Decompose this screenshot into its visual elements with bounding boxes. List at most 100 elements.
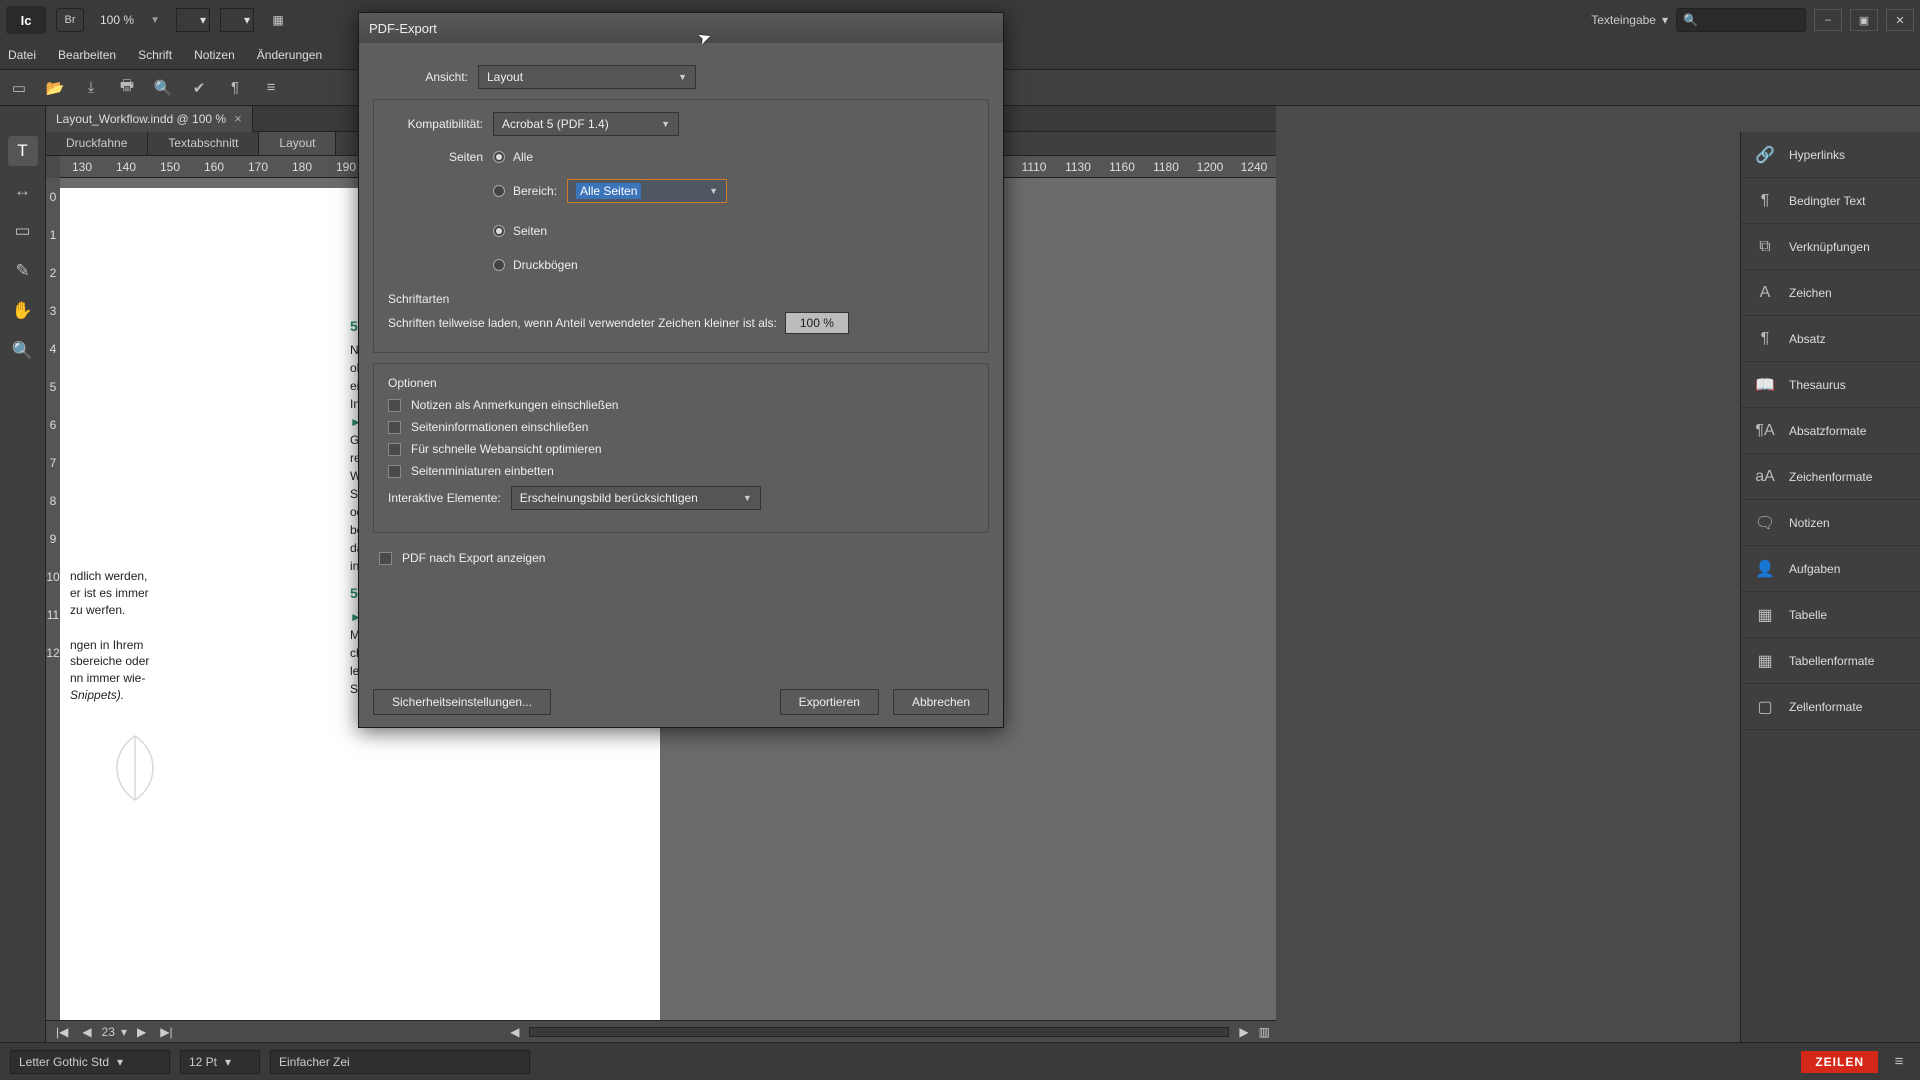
leaf-graphic (90, 728, 180, 808)
layout-icon[interactable]: ▦ (264, 8, 292, 32)
new-icon[interactable]: ▭ (8, 77, 30, 99)
cancel-button[interactable]: Abbrechen (893, 689, 989, 715)
chevron-down-icon: ▾ (1662, 13, 1668, 27)
prev-page-button[interactable]: ◀ (78, 1025, 95, 1039)
size-dropdown[interactable]: 12 Pt▾ (180, 1050, 260, 1074)
check-view-after[interactable]: PDF nach Export anzeigen (379, 551, 989, 565)
dialog-titlebar[interactable]: PDF-Export (359, 13, 1003, 43)
next-page-button[interactable]: ▶ (133, 1025, 150, 1039)
view-label: Ansicht: (373, 70, 478, 84)
tab-layout[interactable]: Layout (259, 132, 336, 155)
eyedropper-tool[interactable]: ✎ (8, 256, 38, 286)
list-icon[interactable]: ≡ (260, 77, 282, 99)
panel-hyperlinks[interactable]: 🔗Hyperlinks (1741, 132, 1920, 178)
interactive-dropdown[interactable]: Erscheinungsbild berücksichtigen▼ (511, 486, 761, 510)
panel-thesaurus[interactable]: 📖Thesaurus (1741, 362, 1920, 408)
hand-tool[interactable]: ✋ (8, 296, 38, 326)
security-settings-button[interactable]: Sicherheitseinstellungen... (373, 689, 551, 715)
radio-pages-unit[interactable]: Seiten (493, 224, 547, 238)
check-fastweb[interactable]: Für schnelle Webansicht optimieren (388, 442, 974, 456)
tstyle-icon: ▦ (1753, 651, 1777, 671)
last-page-button[interactable]: ▶| (156, 1025, 176, 1039)
scroll-left-button[interactable]: ◀ (506, 1025, 523, 1039)
document-tab[interactable]: Layout_Workflow.indd @ 100 % × (46, 106, 253, 132)
panel-cell-styles[interactable]: ▢Zellenformate (1741, 684, 1920, 730)
first-page-button[interactable]: |◀ (52, 1025, 72, 1039)
document-tab-label: Layout_Workflow.indd @ 100 % (56, 112, 226, 126)
overflow-indicator[interactable]: ZEILEN (1801, 1051, 1878, 1073)
window-close-button[interactable]: ✕ (1886, 9, 1914, 31)
search-icon: 🔍 (1683, 13, 1698, 27)
panel-assignments[interactable]: 👤Aufgaben (1741, 546, 1920, 592)
scroll-right-button[interactable]: ▶ (1235, 1025, 1252, 1039)
chevron-down-icon: ▼ (743, 493, 752, 503)
bridge-button[interactable]: Br (56, 8, 84, 32)
character-icon: A (1753, 284, 1777, 302)
font-dropdown[interactable]: Letter Gothic Std▾ (10, 1050, 170, 1074)
chevron-down-icon: ▼ (678, 72, 687, 82)
panel-character-styles[interactable]: aAZeichenformate (1741, 454, 1920, 500)
range-dropdown[interactable]: Alle Seiten▼ (567, 179, 727, 203)
cell-icon: ▢ (1753, 697, 1777, 717)
search-input[interactable]: 🔍 (1676, 8, 1806, 32)
compat-dropdown[interactable]: Acrobat 5 (PDF 1.4)▼ (493, 112, 679, 136)
menu-icon[interactable]: ≡ (1888, 1051, 1910, 1073)
tab-story[interactable]: Textabschnitt (148, 132, 259, 155)
panel-table-styles[interactable]: ▦Tabellenformate (1741, 638, 1920, 684)
scrollbar-horizontal[interactable] (529, 1027, 1229, 1037)
split-view-icon[interactable]: ▥ (1259, 1025, 1270, 1039)
note-tool[interactable]: ▭ (8, 216, 38, 246)
panel-paragraph-styles[interactable]: ¶AAbsatzformate (1741, 408, 1920, 454)
zoom-value: 100 % (100, 13, 134, 27)
panel-links[interactable]: ⧉Verknüpfungen (1741, 224, 1920, 270)
view-dropdown[interactable]: Layout▼ (478, 65, 696, 89)
radio-spreads-unit[interactable]: Druckbögen (493, 258, 578, 272)
menu-type[interactable]: Schrift (138, 48, 172, 62)
page-number[interactable]: 23 (102, 1025, 115, 1039)
panel-paragraph[interactable]: ¶Absatz (1741, 316, 1920, 362)
type-tool[interactable]: T (8, 136, 38, 166)
ruler-vertical: 0123456789101112 (46, 178, 60, 1020)
menu-edit[interactable]: Bearbeiten (58, 48, 116, 62)
radio-icon (493, 225, 505, 237)
pilcrow-icon[interactable]: ¶ (224, 77, 246, 99)
menu-file[interactable]: Datei (8, 48, 36, 62)
tab-galley[interactable]: Druckfahne (46, 132, 148, 155)
panel-notes[interactable]: 🗨Notizen (1741, 500, 1920, 546)
radio-icon (493, 259, 505, 271)
find-icon[interactable]: 🔍 (152, 77, 174, 99)
close-icon[interactable]: × (234, 111, 242, 126)
view-dropdown-1[interactable]: ▾ (176, 8, 210, 32)
checkbox-icon (388, 421, 401, 434)
panel-conditional-text[interactable]: ¶Bedingter Text (1741, 178, 1920, 224)
spellcheck-icon[interactable]: ✔ (188, 77, 210, 99)
options-title: Optionen (388, 376, 974, 390)
check-thumbs[interactable]: Seitenminiaturen einbetten (388, 464, 974, 478)
radio-all-pages[interactable]: Alle (493, 150, 533, 164)
open-icon[interactable]: 📂 (44, 77, 66, 99)
checkbox-icon (388, 465, 401, 478)
radio-range[interactable]: Bereich: (493, 184, 557, 198)
export-button[interactable]: Exportieren (780, 689, 879, 715)
menu-changes[interactable]: Änderungen (257, 48, 322, 62)
print-icon[interactable]: 🖶 (116, 77, 138, 99)
style-dropdown[interactable]: Einfacher Zei (270, 1050, 530, 1074)
check-pageinfo[interactable]: Seiteninformationen einschließen (388, 420, 974, 434)
zoom-dropdown[interactable]: 100 % ▼ (94, 8, 166, 32)
check-notes[interactable]: Notizen als Anmerkungen einschließen (388, 398, 974, 412)
table-icon: ▦ (1753, 605, 1777, 625)
window-minimize-button[interactable]: – (1814, 9, 1842, 31)
panel-character[interactable]: AZeichen (1741, 270, 1920, 316)
fonts-threshold-input[interactable] (785, 312, 849, 334)
cstyle-icon: aA (1753, 468, 1777, 486)
window-maximize-button[interactable]: ▣ (1850, 9, 1878, 31)
text-mode-dropdown[interactable]: Texteingabe ▾ (1591, 13, 1668, 27)
chain-icon: ⧉ (1753, 238, 1777, 256)
menu-notes[interactable]: Notizen (194, 48, 235, 62)
save-icon[interactable]: ⤓ (80, 77, 102, 99)
view-dropdown-2[interactable]: ▾ (220, 8, 254, 32)
conditional-icon: ¶ (1753, 192, 1777, 210)
zoom-tool[interactable]: 🔍 (8, 336, 38, 366)
position-tool[interactable]: ↔ (8, 176, 38, 206)
panel-table[interactable]: ▦Tabelle (1741, 592, 1920, 638)
